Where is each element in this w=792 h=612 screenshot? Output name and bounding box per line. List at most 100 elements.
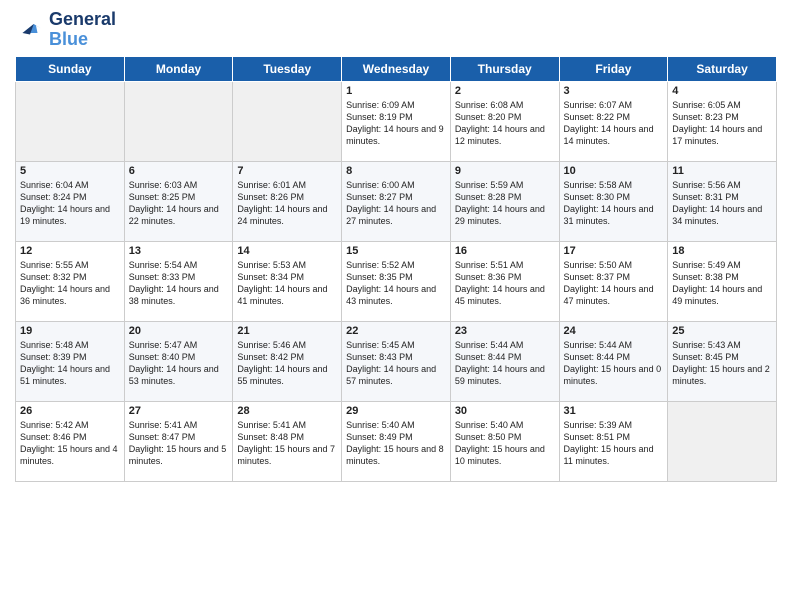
cell-content: Sunrise: 5:47 AM Sunset: 8:40 PM Dayligh… — [129, 339, 229, 388]
calendar-cell — [124, 81, 233, 161]
day-number: 3 — [564, 85, 664, 97]
sunset-text: Sunset: 8:34 PM — [237, 271, 337, 283]
day-number: 11 — [672, 165, 772, 177]
sunset-text: Sunset: 8:22 PM — [564, 111, 664, 123]
sunrise-text: Sunrise: 5:43 AM — [672, 339, 772, 351]
cell-content: Sunrise: 5:51 AM Sunset: 8:36 PM Dayligh… — [455, 259, 555, 308]
calendar-cell: 19 Sunrise: 5:48 AM Sunset: 8:39 PM Dayl… — [16, 321, 125, 401]
cell-content: Sunrise: 5:48 AM Sunset: 8:39 PM Dayligh… — [20, 339, 120, 388]
cell-content: Sunrise: 5:42 AM Sunset: 8:46 PM Dayligh… — [20, 419, 120, 468]
cell-content: Sunrise: 5:45 AM Sunset: 8:43 PM Dayligh… — [346, 339, 446, 388]
sunset-text: Sunset: 8:46 PM — [20, 431, 120, 443]
day-number: 28 — [237, 405, 337, 417]
daylight-text: Daylight: 14 hours and 36 minutes. — [20, 283, 120, 307]
sunrise-text: Sunrise: 5:40 AM — [455, 419, 555, 431]
daylight-text: Daylight: 14 hours and 31 minutes. — [564, 203, 664, 227]
day-number: 25 — [672, 325, 772, 337]
day-number: 26 — [20, 405, 120, 417]
calendar-cell — [16, 81, 125, 161]
daylight-text: Daylight: 15 hours and 8 minutes. — [346, 443, 446, 467]
sunset-text: Sunset: 8:26 PM — [237, 191, 337, 203]
day-number: 18 — [672, 245, 772, 257]
sunrise-text: Sunrise: 6:08 AM — [455, 99, 555, 111]
cell-content: Sunrise: 6:04 AM Sunset: 8:24 PM Dayligh… — [20, 179, 120, 228]
day-number: 10 — [564, 165, 664, 177]
cell-content: Sunrise: 6:00 AM Sunset: 8:27 PM Dayligh… — [346, 179, 446, 228]
day-number: 20 — [129, 325, 229, 337]
day-number: 16 — [455, 245, 555, 257]
header: General Blue — [15, 10, 777, 50]
day-number: 5 — [20, 165, 120, 177]
sunset-text: Sunset: 8:32 PM — [20, 271, 120, 283]
daylight-text: Daylight: 14 hours and 53 minutes. — [129, 363, 229, 387]
sunset-text: Sunset: 8:42 PM — [237, 351, 337, 363]
calendar-cell: 9 Sunrise: 5:59 AM Sunset: 8:28 PM Dayli… — [450, 161, 559, 241]
day-number: 21 — [237, 325, 337, 337]
cell-content: Sunrise: 5:54 AM Sunset: 8:33 PM Dayligh… — [129, 259, 229, 308]
calendar-cell: 23 Sunrise: 5:44 AM Sunset: 8:44 PM Dayl… — [450, 321, 559, 401]
sunset-text: Sunset: 8:23 PM — [672, 111, 772, 123]
cell-content: Sunrise: 5:39 AM Sunset: 8:51 PM Dayligh… — [564, 419, 664, 468]
sunrise-text: Sunrise: 5:56 AM — [672, 179, 772, 191]
sunrise-text: Sunrise: 5:59 AM — [455, 179, 555, 191]
sunrise-text: Sunrise: 5:41 AM — [129, 419, 229, 431]
logo-text: General Blue — [49, 10, 116, 50]
calendar-cell: 21 Sunrise: 5:46 AM Sunset: 8:42 PM Dayl… — [233, 321, 342, 401]
day-number: 27 — [129, 405, 229, 417]
sunrise-text: Sunrise: 6:01 AM — [237, 179, 337, 191]
calendar-cell: 14 Sunrise: 5:53 AM Sunset: 8:34 PM Dayl… — [233, 241, 342, 321]
sunset-text: Sunset: 8:43 PM — [346, 351, 446, 363]
sunrise-text: Sunrise: 5:44 AM — [564, 339, 664, 351]
daylight-text: Daylight: 14 hours and 43 minutes. — [346, 283, 446, 307]
calendar-cell: 26 Sunrise: 5:42 AM Sunset: 8:46 PM Dayl… — [16, 401, 125, 481]
day-number: 13 — [129, 245, 229, 257]
sunrise-text: Sunrise: 5:46 AM — [237, 339, 337, 351]
calendar-cell: 31 Sunrise: 5:39 AM Sunset: 8:51 PM Dayl… — [559, 401, 668, 481]
logo: General Blue — [15, 10, 116, 50]
daylight-text: Daylight: 14 hours and 9 minutes. — [346, 123, 446, 147]
sunset-text: Sunset: 8:51 PM — [564, 431, 664, 443]
sunrise-text: Sunrise: 6:04 AM — [20, 179, 120, 191]
daylight-text: Daylight: 14 hours and 51 minutes. — [20, 363, 120, 387]
calendar-week-row: 26 Sunrise: 5:42 AM Sunset: 8:46 PM Dayl… — [16, 401, 777, 481]
daylight-text: Daylight: 15 hours and 7 minutes. — [237, 443, 337, 467]
day-number: 17 — [564, 245, 664, 257]
sunset-text: Sunset: 8:28 PM — [455, 191, 555, 203]
cell-content: Sunrise: 6:07 AM Sunset: 8:22 PM Dayligh… — [564, 99, 664, 148]
calendar: SundayMondayTuesdayWednesdayThursdayFrid… — [15, 56, 777, 482]
sunrise-text: Sunrise: 5:39 AM — [564, 419, 664, 431]
calendar-week-row: 12 Sunrise: 5:55 AM Sunset: 8:32 PM Dayl… — [16, 241, 777, 321]
sunset-text: Sunset: 8:19 PM — [346, 111, 446, 123]
cell-content: Sunrise: 6:05 AM Sunset: 8:23 PM Dayligh… — [672, 99, 772, 148]
day-number: 4 — [672, 85, 772, 97]
calendar-cell: 12 Sunrise: 5:55 AM Sunset: 8:32 PM Dayl… — [16, 241, 125, 321]
sunrise-text: Sunrise: 5:48 AM — [20, 339, 120, 351]
cell-content: Sunrise: 5:46 AM Sunset: 8:42 PM Dayligh… — [237, 339, 337, 388]
calendar-header-row: SundayMondayTuesdayWednesdayThursdayFrid… — [16, 56, 777, 81]
cell-content: Sunrise: 5:58 AM Sunset: 8:30 PM Dayligh… — [564, 179, 664, 228]
day-number: 6 — [129, 165, 229, 177]
sunrise-text: Sunrise: 6:05 AM — [672, 99, 772, 111]
daylight-text: Daylight: 15 hours and 2 minutes. — [672, 363, 772, 387]
calendar-cell: 10 Sunrise: 5:58 AM Sunset: 8:30 PM Dayl… — [559, 161, 668, 241]
day-number: 29 — [346, 405, 446, 417]
day-header: Saturday — [668, 56, 777, 81]
day-number: 30 — [455, 405, 555, 417]
cell-content: Sunrise: 6:08 AM Sunset: 8:20 PM Dayligh… — [455, 99, 555, 148]
calendar-week-row: 19 Sunrise: 5:48 AM Sunset: 8:39 PM Dayl… — [16, 321, 777, 401]
day-header: Thursday — [450, 56, 559, 81]
calendar-cell: 16 Sunrise: 5:51 AM Sunset: 8:36 PM Dayl… — [450, 241, 559, 321]
calendar-cell — [233, 81, 342, 161]
day-number: 15 — [346, 245, 446, 257]
sunset-text: Sunset: 8:45 PM — [672, 351, 772, 363]
sunset-text: Sunset: 8:44 PM — [455, 351, 555, 363]
daylight-text: Daylight: 15 hours and 4 minutes. — [20, 443, 120, 467]
day-number: 23 — [455, 325, 555, 337]
sunset-text: Sunset: 8:44 PM — [564, 351, 664, 363]
cell-content: Sunrise: 5:40 AM Sunset: 8:50 PM Dayligh… — [455, 419, 555, 468]
day-number: 2 — [455, 85, 555, 97]
sunset-text: Sunset: 8:33 PM — [129, 271, 229, 283]
cell-content: Sunrise: 5:44 AM Sunset: 8:44 PM Dayligh… — [564, 339, 664, 388]
daylight-text: Daylight: 14 hours and 17 minutes. — [672, 123, 772, 147]
day-number: 24 — [564, 325, 664, 337]
